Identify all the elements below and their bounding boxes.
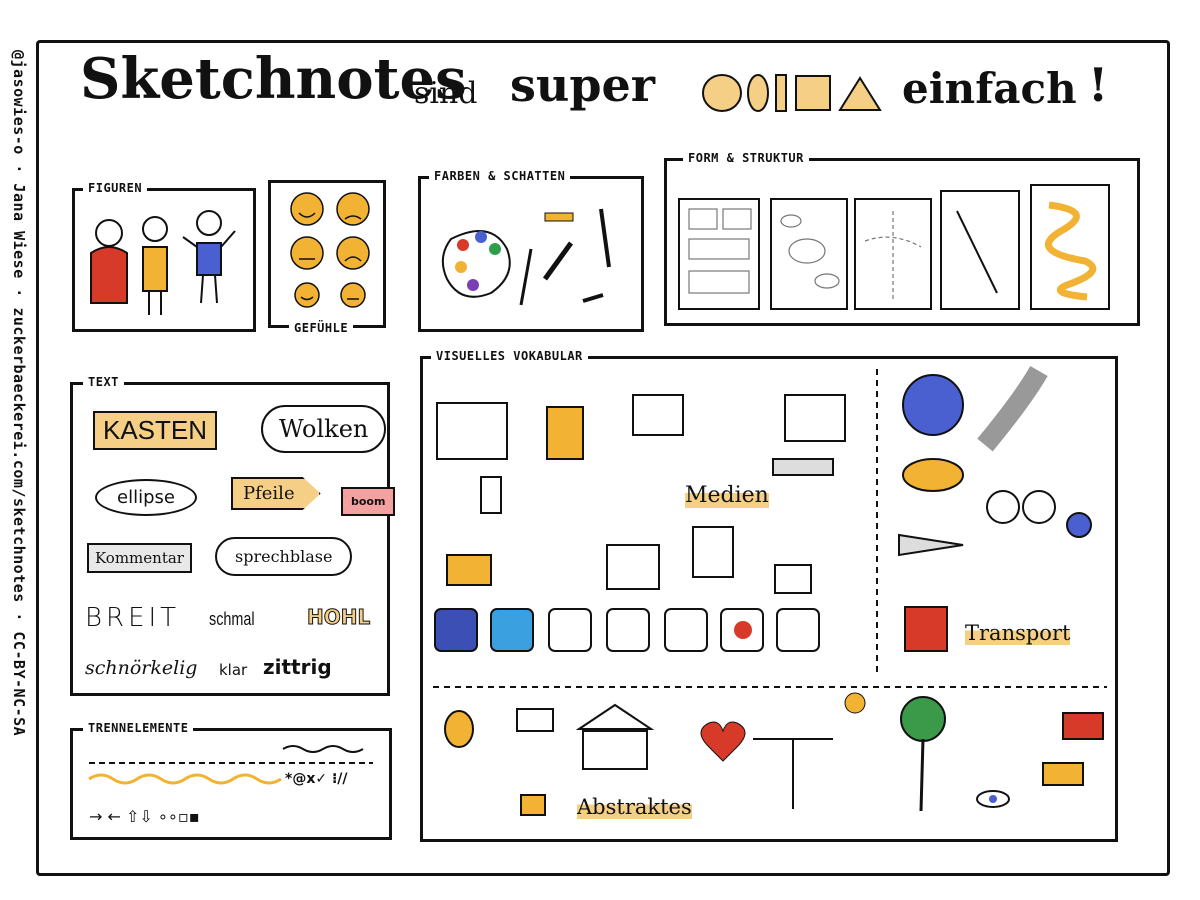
stick-figures-illustration [90, 210, 236, 315]
title-bang: ! [1088, 58, 1109, 112]
kommentar-label: Kommentar [87, 543, 192, 573]
paint-palette-illustration [441, 208, 611, 306]
vocabulary-illustration [433, 365, 1107, 816]
shape-icons [702, 74, 882, 112]
wolken-label: Wolken [261, 405, 387, 453]
panel-gefuehle: GEFÜHLE [268, 180, 386, 335]
divider-arrows: → ← ⇧⇩ ∘∘▫▪ [89, 807, 200, 826]
panel-label-vokabular: VISUELLES VOKABULAR [431, 349, 588, 363]
title-word-einfach: einfach [902, 64, 1077, 113]
zittrig-label: zittrig [263, 655, 332, 679]
panel-farben-schatten: FARBEN & SCHATTEN [418, 169, 644, 332]
panel-label-form: FORM & STRUKTUR [683, 151, 809, 165]
medien-label: Medien [685, 483, 769, 508]
panel-label-trenn: TRENNELEMENTE [83, 721, 194, 735]
panel-trennelemente: TRENNELEMENTE *@x✓ ⁝// → ← ⇧⇩ ∘∘▫▪ [70, 721, 392, 840]
layout-structures-illustration [678, 184, 1110, 310]
abstraktes-label: Abstraktes [577, 795, 692, 819]
ellipse-label: ellipse [95, 479, 197, 516]
kasten-label: KASTEN [93, 411, 218, 450]
panel-label-figuren: FIGUREN [83, 181, 148, 195]
divider-symbols: *@x✓ ⁝// [285, 771, 348, 787]
panel-text: TEXT KASTEN Wolken ellipse Pfeile boom K… [70, 375, 396, 696]
schnoerkelig-label: schnörkelig [85, 657, 198, 679]
pfeile-label: Pfeile [231, 477, 321, 510]
emotion-faces-illustration [290, 192, 370, 308]
panel-label-text: TEXT [83, 375, 124, 389]
breit-label: BREIT [85, 603, 181, 633]
title-word-sind: sind [414, 76, 478, 111]
title-word-sketchnotes: Sketchnotes [80, 46, 467, 112]
klar-label: klar [219, 661, 248, 679]
sprechblase-label: sprechblase [215, 537, 353, 576]
page-title: Sketchnotes sind super einfach ! [80, 46, 1160, 126]
transport-label: Transport [965, 621, 1071, 645]
panel-label-gefuehle: GEFÜHLE [289, 321, 354, 335]
boom-label: boom [341, 487, 396, 516]
title-word-super: super [510, 58, 656, 112]
panel-label-farben: FARBEN & SCHATTEN [429, 169, 571, 183]
panel-figuren: FIGUREN [72, 181, 256, 332]
hohl-label: HOHL [306, 605, 371, 630]
panel-form-struktur: FORM & STRUKTUR [664, 151, 1140, 326]
credits-text: @jasowies-o · Jana Wiese · zuckerbaecker… [10, 50, 28, 737]
credits-sidebar: @jasowies-o · Jana Wiese · zuckerbaecker… [2, 30, 36, 860]
panel-visuelles-vokabular: VISUELLES VOKABULAR Medien Transport Abs… [420, 349, 1118, 842]
schmal-label: schmal [209, 609, 255, 629]
